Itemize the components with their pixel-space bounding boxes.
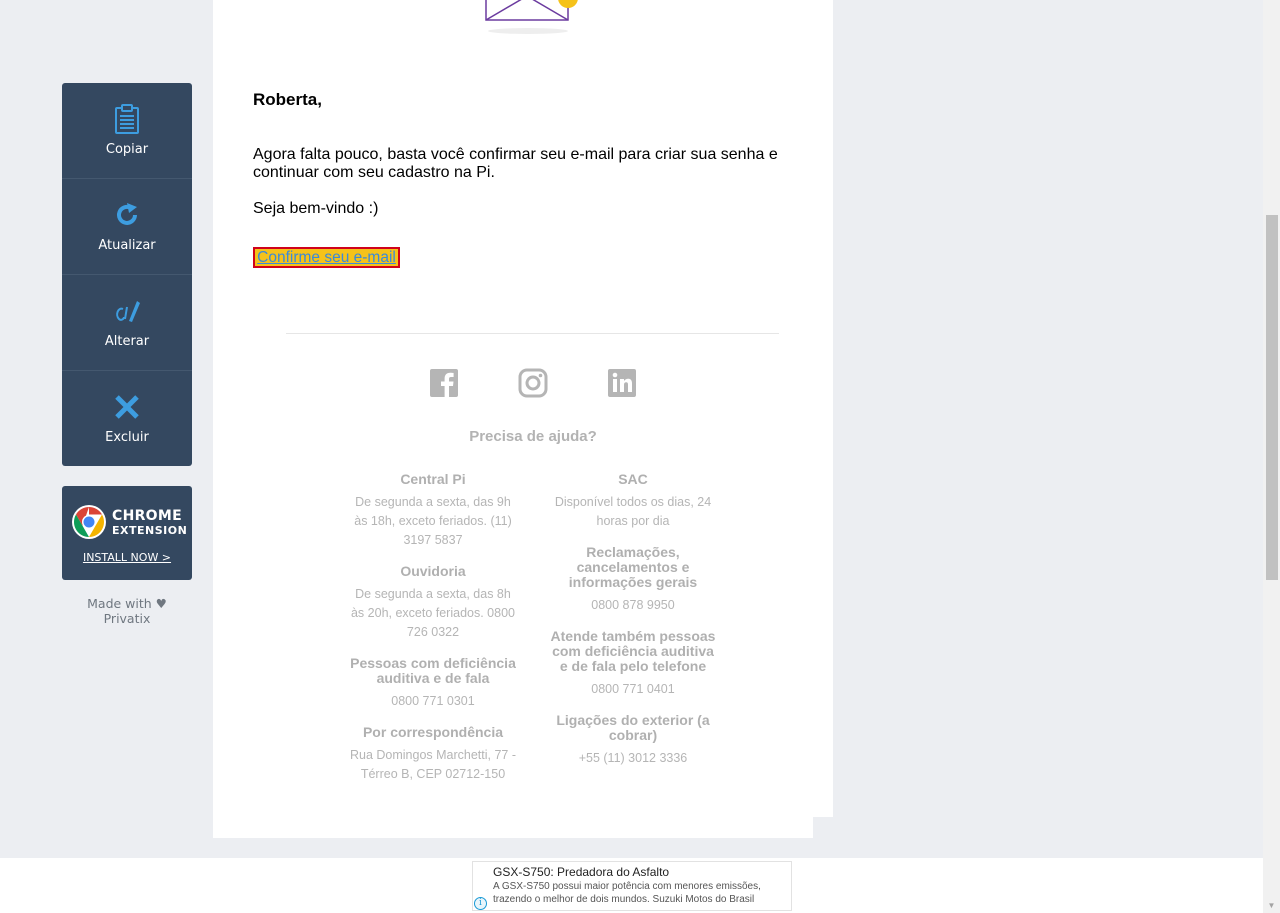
contact-text: 0800 771 0401 xyxy=(591,682,675,696)
ad-banner[interactable]: GSX-S750: Predadora do Asfalto A GSX-S75… xyxy=(472,861,792,911)
delete-label: Excluir xyxy=(105,430,149,445)
edit-label: Alterar xyxy=(104,334,150,349)
contact-block: Ligações do exterior (a cobrar) +55 (11)… xyxy=(548,713,718,768)
copy-button[interactable]: Copiar xyxy=(62,83,192,179)
contact-heading: SAC xyxy=(618,471,648,487)
email-paragraph-2: Seja bem-vindo :) xyxy=(253,200,379,217)
contact-heading: Ligações do exterior (a cobrar) xyxy=(556,712,710,743)
help-right-column: SAC Disponível todos os dias, 24 horas p… xyxy=(548,472,718,782)
contact-text: 0800 771 0301 xyxy=(391,694,475,708)
scroll-down-arrow-icon[interactable]: ▼ xyxy=(1263,898,1280,913)
email-paragraph-1: Agora falta pouco, basta você confirmar … xyxy=(253,146,778,181)
scrollbar-thumb[interactable] xyxy=(1266,215,1278,580)
contact-block: Central Pi De segunda a sexta, das 9h às… xyxy=(348,472,518,550)
contact-text: Rua Domingos Marchetti, 77 - Térreo B, C… xyxy=(349,748,517,781)
contact-text: 0800 878 9950 xyxy=(591,598,675,612)
contact-block: Por correspondência Rua Domingos Marchet… xyxy=(348,725,518,784)
contact-text: De segunda a sexta, das 8h às 20h, excet… xyxy=(350,587,515,639)
instagram-icon[interactable] xyxy=(518,368,548,398)
made-with-privatix: Made with ♥ Privatix xyxy=(87,596,167,626)
contact-heading: Ouvidoria xyxy=(400,563,466,579)
install-now-link[interactable]: INSTALL NOW > xyxy=(62,551,192,564)
linkedin-icon[interactable] xyxy=(607,368,637,398)
contact-block: Reclamações, cancelamentos e informações… xyxy=(548,545,718,615)
side-panel: Copiar Atualizar Alterar Excluir xyxy=(62,83,192,466)
confirm-email-link[interactable]: Confirme seu e-mail xyxy=(253,247,400,268)
refresh-icon xyxy=(112,200,142,230)
help-left-column: Central Pi De segunda a sexta, das 9h às… xyxy=(348,472,518,798)
contact-heading: Pessoas com deficiência auditiva e de fa… xyxy=(350,655,516,686)
ad-text[interactable]: A GSX-S750 possui maior potência com men… xyxy=(493,880,783,906)
chrome-extension-banner[interactable]: CHROME EXTENSION INSTALL NOW > xyxy=(62,486,192,580)
refresh-button[interactable]: Atualizar xyxy=(62,179,192,275)
footer-divider xyxy=(286,333,779,334)
contact-text: Disponível todos os dias, 24 horas por d… xyxy=(554,495,712,528)
contact-block: Pessoas com deficiência auditiva e de fa… xyxy=(348,656,518,711)
contact-block: Atende também pessoas com deficiência au… xyxy=(548,629,718,699)
email-card-footer xyxy=(213,817,813,838)
chrome-title: CHROME xyxy=(112,508,182,524)
contact-heading: Central Pi xyxy=(400,471,466,487)
info-icon[interactable]: i xyxy=(474,897,487,910)
facebook-icon[interactable] xyxy=(429,368,459,398)
contact-block: Ouvidoria De segunda a sexta, das 8h às … xyxy=(348,564,518,642)
contact-heading: Atende também pessoas com deficiência au… xyxy=(550,628,716,674)
chrome-logo-icon xyxy=(71,504,107,540)
chrome-subtitle: EXTENSION xyxy=(112,524,188,537)
contact-heading: Por correspondência xyxy=(362,724,504,740)
copy-label: Copiar xyxy=(105,142,149,157)
help-title: Precisa de ajuda? xyxy=(469,428,597,445)
contact-text: +55 (11) 3012 3336 xyxy=(578,751,688,765)
email-card xyxy=(213,0,833,817)
contact-block: SAC Disponível todos os dias, 24 horas p… xyxy=(548,472,718,531)
clipboard-icon xyxy=(112,104,142,134)
contact-heading: Reclamações, cancelamentos e informações… xyxy=(568,544,698,590)
email-greeting: Roberta, xyxy=(253,90,322,109)
edit-button[interactable]: Alterar xyxy=(62,275,192,371)
envelope-icon xyxy=(484,0,584,41)
delete-button[interactable]: Excluir xyxy=(62,371,192,466)
contact-text: De segunda a sexta, das 9h às 18h, excet… xyxy=(354,495,512,547)
close-icon xyxy=(112,392,142,422)
refresh-label: Atualizar xyxy=(98,238,156,253)
edit-icon xyxy=(112,296,142,326)
ad-title[interactable]: GSX-S750: Predadora do Asfalto xyxy=(493,865,669,879)
